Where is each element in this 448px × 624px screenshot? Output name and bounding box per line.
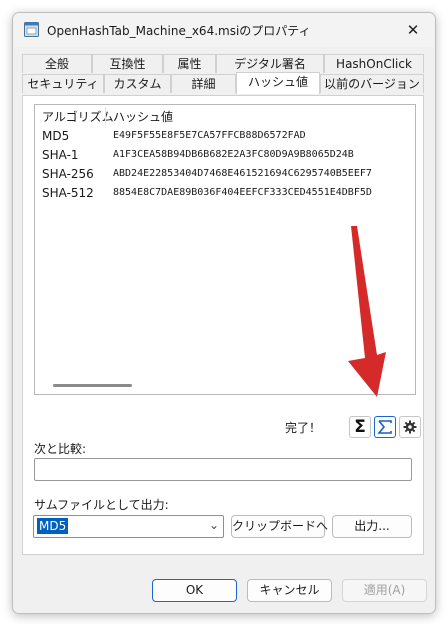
dialog-footer: OK キャンセル 適用(A) [13,569,435,613]
chevron-down-icon: ⌄ [208,518,219,532]
row-hash: E49F5F55E8F5E7CA57FFCB88D6572FAD [113,130,306,141]
installer-icon [24,22,39,37]
window-title: OpenHashTab_Machine_x64.msiのプロパティ [47,24,311,38]
row-hash: A1F3CEA58B94DB6B682E2A3FC80D9A9B8065D24B [113,149,354,160]
row-algorithm: SHA-256 [42,167,94,181]
clipboard-button[interactable]: クリップボードへ [231,515,328,538]
hash-list[interactable]: アルゴリズム ハッシュ値 MD5 E49F5F55E8F5E7CA57FFCB8… [34,104,416,395]
row-hash: ABD24E22853404D7468E461521694C6295740B5E… [113,168,372,179]
row-algorithm: MD5 [42,129,70,143]
cancel-button[interactable]: キャンセル [247,579,332,602]
column-header-algorithm[interactable]: アルゴリズム [42,108,114,125]
export-button[interactable]: 出力... [332,515,412,538]
hash-file-button[interactable] [374,416,396,438]
list-item[interactable]: SHA-256 ABD24E22853404D7468E461521694C62… [35,166,415,184]
tab-panel: アルゴリズム ハッシュ値 MD5 E49F5F55E8F5E7CA57FFCB8… [22,95,424,555]
tab-previous-versions[interactable]: 以前のバージョン [320,74,424,93]
sumfile-label: サムファイルとして出力: [34,498,169,512]
list-item[interactable]: SHA-1 A1F3CEA58B94DB6B682E2A3FC80D9A9B80… [35,147,415,165]
column-header-hash[interactable]: ハッシュ値 [113,108,173,125]
tab-hashonclick[interactable]: HashOnClick [324,54,424,73]
format-select-value: MD5 [37,518,69,534]
hash-file-icon [377,420,392,434]
status-text: 完了！ [285,421,322,435]
compare-label: 次と比較: [34,442,87,456]
properties-dialog: OpenHashTab_Machine_x64.msiのプロパティ ✕ 全般 互… [12,12,436,614]
gear-icon [403,420,417,434]
sigma-icon: Σ [354,416,366,437]
list-header: アルゴリズム ハッシュ値 [35,105,415,127]
column-divider[interactable] [105,107,106,125]
tab-custom[interactable]: カスタム [104,74,171,93]
settings-button[interactable] [399,416,421,438]
horizontal-scrollbar[interactable] [53,384,132,387]
tab-compatibility[interactable]: 互換性 [92,54,163,73]
row-algorithm: SHA-1 [42,148,79,162]
close-icon[interactable]: ✕ [391,13,435,47]
ok-button[interactable]: OK [152,579,237,602]
row-hash: 8854E8C7DAE89B036F404EEFCF333CED4551E4DB… [113,187,372,198]
tab-general[interactable]: 全般 [22,54,92,73]
format-select[interactable]: MD5 ⌄ [33,515,224,538]
compare-input[interactable] [34,458,412,481]
list-item[interactable]: SHA-512 8854E8C7DAE89B036F404EEFCF333CED… [35,185,415,203]
sum-file-button[interactable]: Σ [349,416,371,438]
apply-button[interactable]: 適用(A) [342,579,427,602]
tab-details[interactable]: 詳細 [171,74,236,93]
list-item[interactable]: MD5 E49F5F55E8F5E7CA57FFCB88D6572FAD [35,128,415,146]
tab-digital-signature[interactable]: デジタル署名 [216,54,324,73]
title-bar: OpenHashTab_Machine_x64.msiのプロパティ ✕ [13,13,435,47]
tab-hash-values[interactable]: ハッシュ値 [236,72,320,94]
tab-security[interactable]: セキュリティ [22,74,104,93]
tab-attributes[interactable]: 属性 [163,54,216,73]
row-algorithm: SHA-512 [42,186,94,200]
